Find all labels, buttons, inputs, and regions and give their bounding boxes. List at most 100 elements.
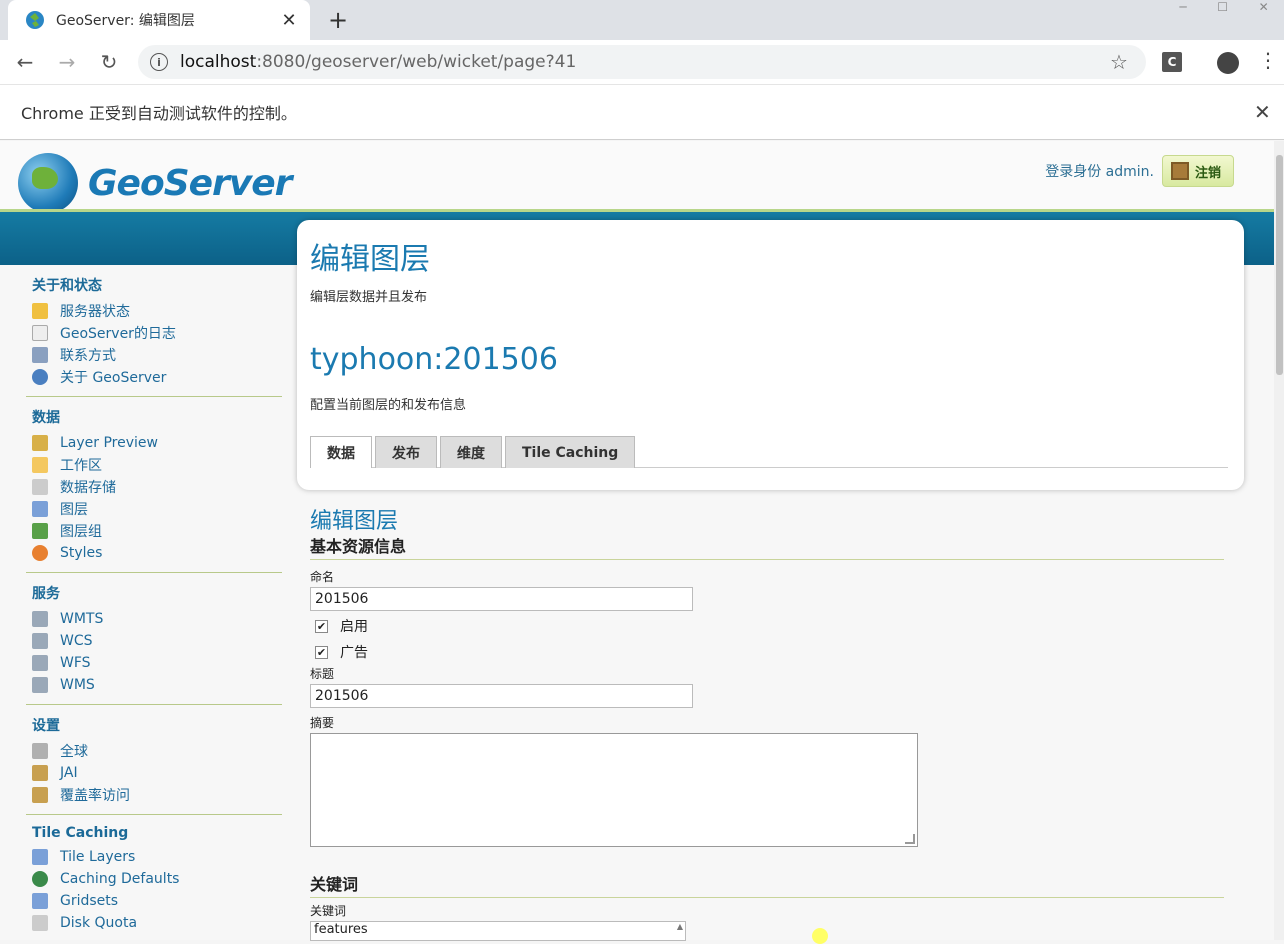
sidebar-item-stores[interactable]: 数据存储 — [32, 476, 282, 498]
sidebar-item-coverage-access[interactable]: 覆盖率访问 — [32, 784, 282, 806]
browser-menu-icon[interactable]: ⋮ — [1258, 48, 1278, 72]
sidebar-item-label: Caching Defaults — [60, 871, 180, 887]
sidebar-item-label: Tile Layers — [60, 849, 136, 865]
database-icon — [32, 479, 48, 495]
sidebar-item-logs[interactable]: GeoServer的日志 — [32, 322, 282, 344]
automation-infobar: Chrome 正受到自动测试软件的控制。 ✕ — [0, 84, 1284, 140]
forward-button[interactable]: → — [50, 45, 84, 79]
address-bar[interactable]: i localhost:8080/geoserver/web/wicket/pa… — [138, 45, 1146, 79]
sidebar-item-jai[interactable]: JAI — [32, 762, 282, 784]
page-scrollbar[interactable] — [1274, 141, 1284, 940]
name-label: 命名 — [310, 570, 335, 584]
geoserver-header: GeoServer 登录身份 admin. 注销 — [0, 141, 1274, 213]
sidebar-item-contact[interactable]: 联系方式 — [32, 344, 282, 366]
disk-icon — [32, 915, 48, 931]
sidebar-item-tile-layers[interactable]: Tile Layers — [32, 846, 282, 868]
tab-title: GeoServer: 编辑图层 — [56, 13, 195, 29]
site-info-icon[interactable]: i — [150, 53, 168, 71]
enabled-label: 启用 — [340, 619, 368, 635]
tab-data[interactable]: 数据 — [310, 436, 372, 468]
sidebar-item-wfs[interactable]: WFS — [32, 652, 282, 674]
help-icon — [32, 369, 48, 385]
nav-group-title: 设置 — [32, 718, 60, 734]
nav-group-data: 数据 Layer Preview 工作区 数据存储 图层 图层组 Styles — [26, 397, 282, 573]
advertised-checkbox-row[interactable]: ✔ 广告 — [310, 639, 1224, 665]
image-icon — [32, 765, 48, 781]
browser-tab[interactable]: GeoServer: 编辑图层 ✕ — [8, 0, 310, 40]
logout-button[interactable]: 注销 — [1161, 155, 1234, 187]
bookmark-star-icon[interactable]: ☆ — [1110, 50, 1138, 74]
back-button[interactable]: ← — [8, 45, 42, 79]
sidebar-item-label: 图层 — [60, 502, 88, 518]
close-window-icon[interactable]: ✕ — [1259, 0, 1269, 16]
maximize-icon[interactable]: ☐ — [1217, 0, 1228, 16]
keywords-label: 关键词 — [310, 904, 347, 918]
tab-publishing[interactable]: 发布 — [375, 436, 437, 468]
abstract-textarea[interactable] — [310, 733, 918, 847]
url-text[interactable]: localhost:8080/geoserver/web/wicket/page… — [180, 52, 1110, 72]
sidebar-item-label: WCS — [60, 633, 93, 649]
section-keywords: 关键词 — [310, 871, 1224, 898]
sidebar-item-about[interactable]: 关于 GeoServer — [32, 366, 282, 388]
section-basic-info: 基本资源信息 — [310, 533, 1224, 560]
globe-icon — [32, 871, 48, 887]
title-input[interactable]: 201506 — [310, 684, 693, 708]
palette-icon — [32, 545, 48, 561]
advertised-checkbox[interactable]: ✔ — [315, 645, 328, 659]
sidebar-item-label: 全球 — [60, 744, 88, 760]
sidebar-item-wcs[interactable]: WCS — [32, 630, 282, 652]
profile-avatar-icon[interactable] — [1217, 52, 1239, 74]
mouse-cursor-highlight — [812, 928, 828, 944]
sidebar-item-styles[interactable]: Styles — [32, 542, 282, 564]
browser-tabbar: GeoServer: 编辑图层 ✕ + ─ ☐ ✕ — [0, 0, 1284, 40]
sidebar-item-wmts[interactable]: WMTS — [32, 608, 282, 630]
sidebar-item-label: Disk Quota — [60, 915, 138, 931]
sidebar-item-workspaces[interactable]: 工作区 — [32, 454, 282, 476]
nav-group-settings: 设置 全球 JAI 覆盖率访问 — [26, 705, 282, 815]
login-status: 登录身份 admin. 注销 — [1045, 155, 1234, 187]
logout-label: 注销 — [1194, 165, 1221, 181]
tab-dimensions[interactable]: 维度 — [440, 436, 502, 468]
sidebar-item-caching-defaults[interactable]: Caching Defaults — [32, 868, 282, 890]
nav-group-title: 服务 — [32, 586, 60, 602]
geoserver-logo[interactable]: GeoServer — [18, 153, 292, 213]
image-icon — [32, 787, 48, 803]
keyword-item[interactable]: features — [314, 922, 368, 937]
sidebar-item-label: WFS — [60, 655, 91, 671]
page-subtitle: 编辑层数据并且发布 — [310, 290, 428, 305]
minimize-icon[interactable]: ─ — [1179, 0, 1186, 16]
sidebar-item-label: 覆盖率访问 — [60, 788, 130, 804]
scrollbar-thumb[interactable] — [1276, 155, 1283, 375]
nav-group-tile-caching: Tile Caching Tile Layers Caching Default… — [26, 815, 282, 940]
sidebar-item-layer-preview[interactable]: Layer Preview — [32, 432, 282, 454]
tab-tile-caching[interactable]: Tile Caching — [505, 436, 636, 468]
name-input[interactable]: 201506 — [310, 587, 693, 611]
reload-button[interactable]: ↻ — [92, 45, 126, 79]
sidebar-item-layer-groups[interactable]: 图层组 — [32, 520, 282, 542]
sidebar-item-layers[interactable]: 图层 — [32, 498, 282, 520]
edit-layer-form: 编辑图层 基本资源信息 命名 201506 ✔ 启用 ✔ 广告 标题 201506 … — [310, 503, 1224, 941]
sidebar-item-gridsets[interactable]: Gridsets — [32, 890, 282, 912]
new-tab-button[interactable]: + — [324, 6, 352, 34]
layer-icon — [32, 501, 48, 517]
extension-icon[interactable]: C — [1162, 52, 1182, 72]
sidebar-item-global[interactable]: 全球 — [32, 740, 282, 762]
form-title: 编辑图层 — [310, 509, 399, 534]
enabled-checkbox[interactable]: ✔ — [315, 619, 328, 633]
close-tab-icon[interactable]: ✕ — [278, 9, 300, 31]
enabled-checkbox-row[interactable]: ✔ 启用 — [310, 613, 1224, 639]
infobar-close-icon[interactable]: ✕ — [1254, 100, 1284, 124]
service-icon — [32, 611, 48, 627]
sidebar-item-server-status[interactable]: 服务器状态 — [32, 300, 282, 322]
sidebar-item-label: Layer Preview — [60, 435, 158, 451]
sidebar-item-label: Styles — [60, 545, 103, 561]
keywords-list[interactable]: features — [310, 921, 686, 941]
service-icon — [32, 633, 48, 649]
sidebar-item-label: JAI — [60, 765, 78, 781]
layer-group-icon — [32, 523, 48, 539]
nav-group-title: 数据 — [32, 410, 60, 426]
page-title: 编辑图层 — [310, 242, 430, 277]
sidebar-item-disk-quota[interactable]: Disk Quota — [32, 912, 282, 934]
sidebar-item-wms[interactable]: WMS — [32, 674, 282, 696]
sidebar-item-label: WMTS — [60, 611, 104, 627]
